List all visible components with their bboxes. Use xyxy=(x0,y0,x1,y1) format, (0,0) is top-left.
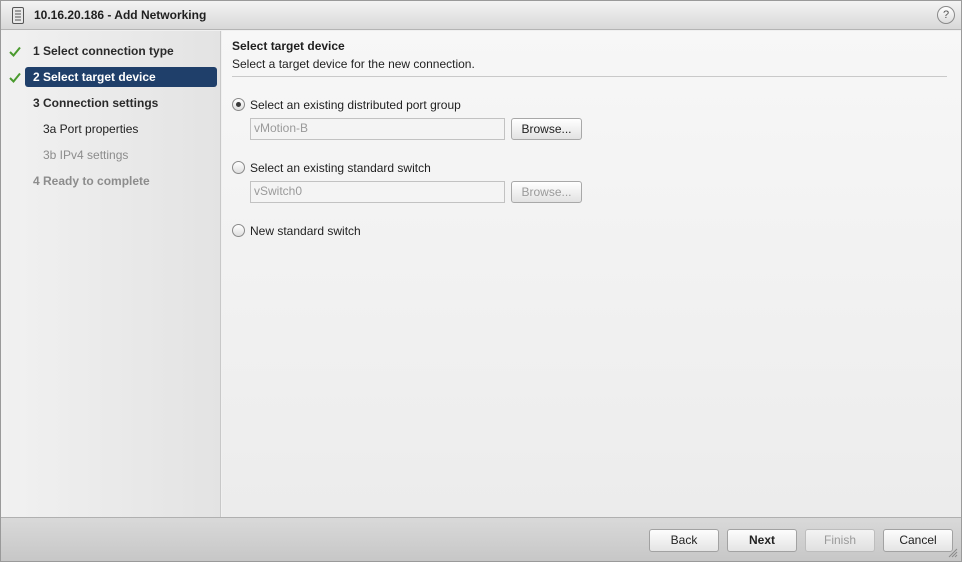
step-select-connection-type[interactable]: 1 Select connection type xyxy=(25,41,217,61)
radio-standard-switch[interactable]: Select an existing standard switch xyxy=(232,160,532,176)
browse-switch-button: Browse... xyxy=(511,181,582,203)
step-navigation: 1 Select connection type 2 Select target… xyxy=(1,31,221,517)
resize-grip-icon[interactable] xyxy=(948,548,958,558)
radio-label: Select an existing distributed port grou… xyxy=(250,98,461,112)
step-port-properties[interactable]: 3a Port properties xyxy=(35,119,217,139)
radio-label: New standard switch xyxy=(250,224,361,238)
radio-button-selected[interactable] xyxy=(232,98,245,111)
port-group-field: vMotion-B xyxy=(250,118,505,140)
section-description: Select a target device for the new conne… xyxy=(232,57,475,71)
standard-switch-field: vSwitch0 xyxy=(250,181,505,203)
radio-distributed-port-group[interactable]: Select an existing distributed port grou… xyxy=(232,97,532,113)
finish-button: Finish xyxy=(805,529,875,552)
add-networking-dialog: 10.16.20.186 - Add Networking ? 1 Select… xyxy=(0,0,962,562)
title-bar[interactable]: 10.16.20.186 - Add Networking ? xyxy=(1,1,961,30)
step-ipv4-settings: 3b IPv4 settings xyxy=(43,148,129,162)
cancel-button[interactable]: Cancel xyxy=(883,529,953,552)
host-icon xyxy=(12,7,24,24)
radio-button[interactable] xyxy=(232,161,245,174)
radio-label: Select an existing standard switch xyxy=(250,161,431,175)
section-title: Select target device xyxy=(232,39,345,53)
main-content: Select target device Select a target dev… xyxy=(222,31,961,517)
radio-dot-icon xyxy=(236,102,241,107)
back-button[interactable]: Back xyxy=(649,529,719,552)
help-button[interactable]: ? xyxy=(937,6,955,24)
checkmark-icon xyxy=(9,46,21,57)
dialog-footer: Back Next Finish Cancel xyxy=(1,517,961,561)
radio-button[interactable] xyxy=(232,224,245,237)
checkmark-icon xyxy=(9,72,21,83)
step-connection-settings[interactable]: 3 Connection settings xyxy=(25,93,217,113)
step-select-target-device[interactable]: 2 Select target device xyxy=(25,67,217,87)
next-button[interactable]: Next xyxy=(727,529,797,552)
divider xyxy=(232,76,947,77)
browse-port-group-button[interactable]: Browse... xyxy=(511,118,582,140)
radio-new-standard-switch[interactable]: New standard switch xyxy=(232,223,532,239)
step-ready-to-complete: 4 Ready to complete xyxy=(33,174,150,188)
dialog-title: 10.16.20.186 - Add Networking xyxy=(34,8,207,22)
